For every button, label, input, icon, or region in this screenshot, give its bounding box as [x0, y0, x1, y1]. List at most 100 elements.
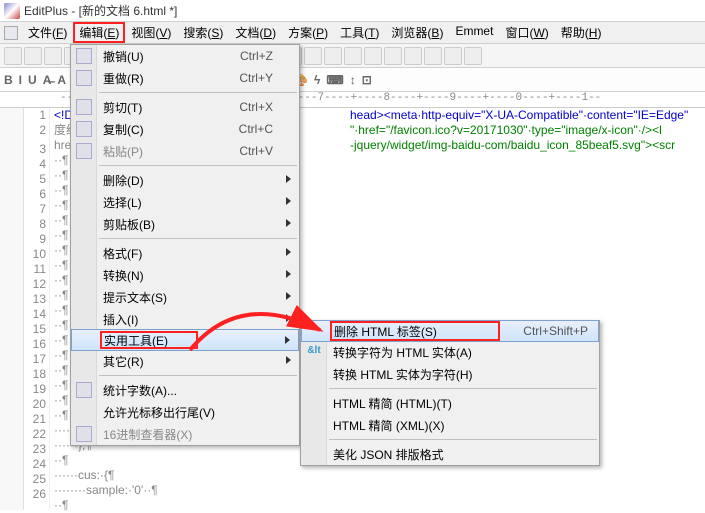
menu-item-插入I[interactable]: 插入(I)	[71, 308, 299, 330]
menu-帮助h[interactable]: 帮助(H)	[555, 22, 608, 43]
menu-item-label: 粘贴(P)	[103, 143, 143, 160]
menu-item-格式F[interactable]: 格式(F)	[71, 242, 299, 264]
menu-item-label: 剪贴板(B)	[103, 216, 155, 233]
menu-bar: 文件(F)编辑(E)视图(V)搜索(S)文档(D)方案(P)工具(T)浏览器(B…	[0, 22, 705, 44]
menu-item-剪切T[interactable]: 剪切(T) Ctrl+X	[71, 96, 299, 118]
toolbar-button-0[interactable]	[4, 47, 22, 65]
menu-item-icon	[76, 121, 92, 137]
toolbar-button-15[interactable]	[304, 47, 322, 65]
edit-menu-dropdown: 撤销(U)Ctrl+Z重做(R)Ctrl+Y剪切(T)Ctrl+X复制(C)Ct…	[70, 44, 300, 446]
html-tool-4[interactable]: A	[57, 73, 66, 87]
submenu-arrow-icon	[285, 336, 290, 344]
toolbar-button-17[interactable]	[344, 47, 362, 65]
html-tool-19[interactable]: ϟ	[314, 73, 320, 87]
menu-item-粘贴P: 粘贴(P) Ctrl+V	[71, 140, 299, 162]
code-content: head><meta·http-equiv="X-UA-Compatible"·…	[350, 108, 705, 153]
submenu-item-转换HTML实体为字符H[interactable]: 转换 HTML 实体为字符(H)	[301, 363, 599, 385]
menu-item-icon	[76, 99, 92, 115]
menu-item-icon	[76, 70, 92, 86]
submenu-item-icon: &lt	[306, 344, 322, 360]
toolbar-button-23[interactable]	[464, 47, 482, 65]
menu-item-label: 允许光标移出行尾(V)	[103, 404, 215, 421]
submenu-item-美化JSON排版格式[interactable]: 美化 JSON 排版格式	[301, 443, 599, 465]
toolbar-button-20[interactable]	[404, 47, 422, 65]
menu-工具t[interactable]: 工具(T)	[334, 22, 385, 43]
app-icon	[4, 3, 20, 19]
menu-item-重做R[interactable]: 重做(R)Ctrl+Y	[71, 67, 299, 89]
menu-item-icon	[76, 382, 92, 398]
menu-item-label: 删除(D)	[103, 172, 144, 189]
menu-文件f[interactable]: 文件(F)	[22, 22, 73, 43]
menu-item-label: 16进制查看器(X)	[103, 426, 192, 443]
menu-item-撤销U[interactable]: 撤销(U) Ctrl+Z	[71, 45, 299, 67]
document-icon	[4, 26, 18, 40]
utility-tools-submenu: 删除 HTML 标签(S)Ctrl+Shift+P&lt 转换字符为 HTML 实…	[300, 320, 600, 466]
menu-编辑e[interactable]: 编辑(E)	[73, 22, 125, 43]
menu-item-删除D[interactable]: 删除(D)	[71, 169, 299, 191]
menu-浏览器b[interactable]: 浏览器(B)	[385, 22, 449, 43]
menu-item-选择L[interactable]: 选择(L)	[71, 191, 299, 213]
submenu-item-label: HTML 精简 (XML)(X)	[333, 417, 445, 434]
menu-item-label: 剪切(T)	[103, 99, 142, 116]
submenu-item-label: HTML 精简 (HTML)(T)	[333, 395, 452, 412]
menu-item-label: 统计字数(A)...	[103, 382, 177, 399]
submenu-item-转换字符为HTML实体A[interactable]: &lt 转换字符为 HTML 实体(A)	[301, 341, 599, 363]
menu-item-转换N[interactable]: 转换(N)	[71, 264, 299, 286]
html-tool-2[interactable]: U	[28, 73, 37, 87]
menu-item-label: 选择(L)	[103, 194, 142, 211]
submenu-item-HTML精简HTMLT[interactable]: HTML 精简 (HTML)(T)	[301, 392, 599, 414]
toolbar-button-1[interactable]	[24, 47, 42, 65]
submenu-item-HTML精简XMLX[interactable]: HTML 精简 (XML)(X)	[301, 414, 599, 436]
html-tool-1[interactable]: I	[19, 73, 22, 87]
html-tool-22[interactable]: ⊡	[362, 73, 372, 87]
menu-item-shortcut: Ctrl+Z	[240, 49, 299, 63]
menu-item-实用工具E[interactable]: 实用工具(E)	[71, 329, 299, 351]
menu-item-允许光标移出行尾V[interactable]: 允许光标移出行尾(V)	[71, 401, 299, 423]
toolbar-button-18[interactable]	[364, 47, 382, 65]
toolbar-button-2[interactable]	[44, 47, 62, 65]
menu-item-icon	[76, 48, 92, 64]
menu-item-shortcut: Ctrl+V	[239, 144, 299, 158]
toolbar-button-22[interactable]	[444, 47, 462, 65]
menu-item-label: 格式(F)	[103, 245, 142, 262]
toolbar-button-21[interactable]	[424, 47, 442, 65]
submenu-arrow-icon	[286, 248, 291, 256]
menu-item-shortcut: Ctrl+Y	[239, 71, 299, 85]
submenu-item-label: 转换 HTML 实体为字符(H)	[333, 366, 473, 383]
html-tool-3[interactable]: A̶	[43, 73, 52, 87]
menu-item-icon	[76, 426, 92, 442]
html-tool-20[interactable]: ⌨	[326, 73, 343, 87]
submenu-item-label: 转换字符为 HTML 实体(A)	[333, 344, 472, 361]
menu-视图v[interactable]: 视图(V)	[125, 22, 177, 43]
menu-item-label: 其它(R)	[103, 353, 144, 370]
menu-item-label: 复制(C)	[103, 121, 144, 138]
submenu-item-删除HTML标签S[interactable]: 删除 HTML 标签(S)Ctrl+Shift+P	[301, 320, 599, 342]
menu-搜索s[interactable]: 搜索(S)	[177, 22, 229, 43]
title-bar: EditPlus - [新的文档 6.html *]	[0, 0, 705, 22]
submenu-item-label: 美化 JSON 排版格式	[333, 446, 444, 463]
menu-item-label: 实用工具(E)	[104, 332, 168, 349]
menu-item-剪贴板B[interactable]: 剪贴板(B)	[71, 213, 299, 235]
submenu-arrow-icon	[286, 292, 291, 300]
menu-item-复制C[interactable]: 复制(C)Ctrl+C	[71, 118, 299, 140]
toolbar-button-16[interactable]	[324, 47, 342, 65]
menu-item-提示文本S[interactable]: 提示文本(S)	[71, 286, 299, 308]
submenu-arrow-icon	[286, 219, 291, 227]
menu-文档d[interactable]: 文档(D)	[229, 22, 282, 43]
menu-item-label: 提示文本(S)	[103, 289, 167, 306]
html-tool-0[interactable]: B	[4, 73, 13, 87]
menu-窗口w[interactable]: 窗口(W)	[499, 22, 554, 43]
menu-item-统计字数A[interactable]: 统计字数(A)...	[71, 379, 299, 401]
menu-item-label: 撤销(U)	[103, 48, 144, 65]
submenu-shortcut: Ctrl+Shift+P	[523, 324, 598, 338]
submenu-arrow-icon	[286, 314, 291, 322]
toolbar-button-19[interactable]	[384, 47, 402, 65]
html-tool-21[interactable]: ↕	[350, 73, 356, 87]
menu-方案p[interactable]: 方案(P)	[282, 22, 334, 43]
menu-item-shortcut: Ctrl+X	[239, 100, 299, 114]
submenu-arrow-icon	[286, 270, 291, 278]
submenu-arrow-icon	[286, 197, 291, 205]
menu-emmet[interactable]: Emmet	[449, 22, 499, 43]
menu-item-icon	[76, 143, 92, 159]
menu-item-其它R[interactable]: 其它(R)	[71, 350, 299, 372]
